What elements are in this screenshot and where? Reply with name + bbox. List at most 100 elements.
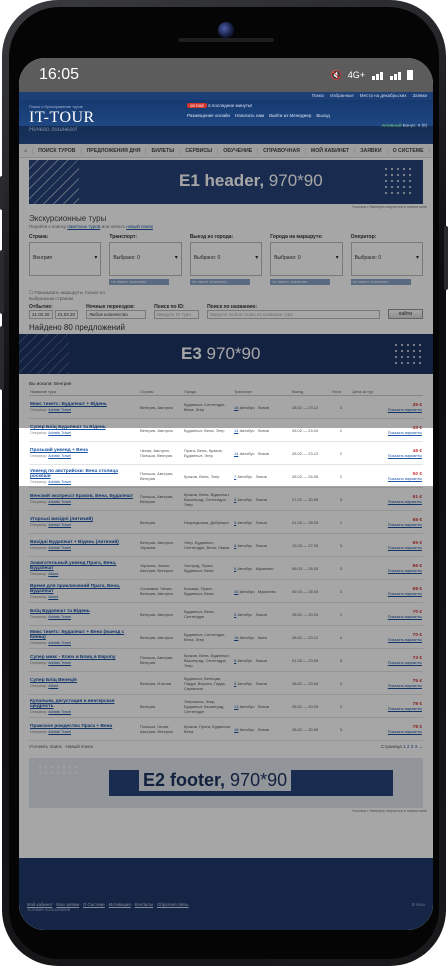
- footer-link[interactable]: Мотивация: [109, 902, 131, 907]
- operator-link[interactable]: Alliard: [48, 595, 58, 599]
- operator-link[interactable]: Adriatic Travel: [48, 480, 71, 484]
- operator-link[interactable]: Adriatic Travel: [48, 500, 71, 504]
- header-link[interactable]: Выйти из Менеджер: [269, 113, 311, 118]
- nav-item[interactable]: СЕРВИСЫ: [180, 147, 219, 154]
- operator-link[interactable]: Adriatic Travel: [48, 710, 71, 714]
- tour-link[interactable]: Время для приключений Прага, Вена, Будап…: [30, 584, 138, 594]
- route-select[interactable]: Выбрано: 0: [270, 242, 343, 276]
- show-options-link[interactable]: Показать варианты: [352, 500, 422, 504]
- country-select[interactable]: Венгрия: [29, 242, 102, 276]
- days-link[interactable]: 5: [234, 612, 236, 617]
- id-input[interactable]: Введите ID тура: [154, 310, 200, 319]
- package-tours-link[interactable]: пакетных туров: [67, 224, 100, 229]
- table-row[interactable]: Супер Бліц Венеція Оператор: Alliard Венгр…: [29, 671, 423, 695]
- footer-link[interactable]: Контакты: [135, 902, 154, 907]
- e2-banner[interactable]: E2 footer, 970*90: [29, 758, 423, 808]
- table-row[interactable]: Купальни, дегустация и венгерская щедрос…: [29, 694, 423, 718]
- tour-link[interactable]: Пражское рождество Прага + Вена: [30, 724, 138, 729]
- tour-link[interactable]: Венский экспресс! Краков, Вена, Будапешт: [30, 494, 138, 499]
- show-options-link[interactable]: Показать варианты: [352, 730, 422, 734]
- operator-link[interactable]: Adriatic Travel: [48, 408, 71, 412]
- show-options-link[interactable]: Показать варианты: [352, 684, 422, 688]
- header-link[interactable]: Выход: [316, 113, 329, 118]
- table-row[interactable]: Микс тикетс: Будапешт + Відень Оператор: …: [29, 395, 423, 419]
- tour-link[interactable]: Угорські вихідні (литичий): [30, 517, 138, 522]
- show-options-link[interactable]: Показать варианты: [352, 707, 422, 711]
- operator-link[interactable]: Alliard: [48, 684, 58, 688]
- table-row[interactable]: Празький уикенд + Вена Оператор: Adriatic…: [29, 441, 423, 465]
- tour-link[interactable]: Микс тикетс: Будапешт + Відень: [30, 402, 138, 407]
- footer-link[interactable]: Обратная связь: [157, 902, 189, 907]
- days-link[interactable]: 5: [234, 658, 236, 663]
- tour-link[interactable]: Вихідні Будапешт + Відень (литичий): [30, 540, 138, 545]
- header-link[interactable]: Написать нам: [235, 113, 264, 118]
- table-row[interactable]: Уикенд по австрийски: Вена столица роско…: [29, 464, 423, 488]
- days-link[interactable]: 5: [234, 497, 236, 502]
- top-link[interactable]: Места на декабрьских: [360, 93, 407, 99]
- refine-link[interactable]: Уточнить поиск: [29, 744, 62, 749]
- operator-link[interactable]: Adriatic Travel: [48, 454, 71, 458]
- show-options-link[interactable]: Показать варианты: [352, 569, 422, 573]
- operator-link[interactable]: Alliard: [48, 572, 58, 576]
- show-options-link[interactable]: Показать варианты: [352, 546, 422, 550]
- table-row[interactable]: Микс тикетс: Будапешт + Вена (выезд с Ки…: [29, 625, 423, 649]
- table-row[interactable]: Угорські вихідні (литичий) Оператор: Adri…: [29, 510, 423, 534]
- nav-item[interactable]: ПОИСК ТУРОВ: [33, 147, 82, 154]
- new-search-bottom-link[interactable]: Новый поиск: [65, 744, 92, 749]
- new-search-link[interactable]: новый поиск: [126, 224, 153, 229]
- route-chip[interactable]: не имеет значения: [270, 279, 331, 285]
- nav-item[interactable]: О СИСТЕМЕ: [388, 147, 430, 154]
- operator-select[interactable]: Выбрано: 0: [350, 242, 424, 276]
- days-link[interactable]: 10: [234, 589, 238, 594]
- operator-link[interactable]: Adriatic Travel: [48, 615, 71, 619]
- nav-item[interactable]: ОБУЧЕНИЕ: [218, 147, 259, 154]
- operator-link[interactable]: Adriatic Travel: [48, 546, 71, 550]
- table-row[interactable]: Супер Бліц Будапешт та Відень Оператор: A…: [29, 418, 423, 442]
- show-options-link[interactable]: Показать варианты: [352, 661, 422, 665]
- top-link[interactable]: Заявки: [412, 93, 427, 99]
- nav-item[interactable]: СПРАВОЧНАЯ: [258, 147, 306, 154]
- days-link[interactable]: 7: [234, 474, 236, 479]
- date-from-input[interactable]: 21.02.20: [29, 310, 53, 319]
- tour-link[interactable]: Бліц Будапешт та Відень: [30, 609, 138, 614]
- footer-note[interactable]: Условия пользования: [27, 907, 425, 912]
- days-link[interactable]: 6: [234, 543, 236, 548]
- table-row[interactable]: Время для приключений Прага, Вена, Будап…: [29, 579, 423, 603]
- show-options-link[interactable]: Показать варианты: [352, 638, 422, 642]
- name-input[interactable]: Введите любое слово из названия тура: [207, 310, 380, 319]
- days-link[interactable]: 6: [234, 566, 236, 571]
- show-options-link[interactable]: Показать варианты: [352, 408, 422, 412]
- tour-link[interactable]: Супер Бліц Венеція: [30, 678, 138, 683]
- table-row[interactable]: Венский экспресс! Краков, Вена, Будапешт…: [29, 487, 423, 511]
- home-icon[interactable]: ⌂: [19, 147, 34, 154]
- tour-link[interactable]: Супер Бліц Будапешт та Відень: [30, 425, 138, 430]
- show-options-link[interactable]: Показать варианты: [352, 431, 422, 435]
- table-row[interactable]: Бліц Будапешт та Відень Оператор: Adriati…: [29, 602, 423, 626]
- date-to-input[interactable]: 21.03.20: [54, 310, 79, 319]
- days-link[interactable]: 16: [234, 405, 238, 410]
- nights-select[interactable]: Любое количество: [86, 310, 147, 319]
- transport-chip[interactable]: не имеет значения: [109, 279, 170, 285]
- operator-link[interactable]: Adriatic Travel: [48, 431, 71, 435]
- header-link[interactable]: Размещение онлайн: [187, 113, 230, 118]
- operator-chip[interactable]: не имеет значения: [350, 279, 411, 285]
- nav-item[interactable]: МОЙ КАБИНЕТ: [306, 147, 356, 154]
- operator-link[interactable]: Adriatic Travel: [48, 661, 71, 665]
- nav-item[interactable]: ЗАЯВКИ: [355, 147, 388, 154]
- show-options-link[interactable]: Показать варианты: [352, 477, 422, 481]
- footer-right[interactable]: В Наш: [412, 902, 425, 907]
- days-link[interactable]: 13: [234, 704, 238, 709]
- top-link[interactable]: Избранные: [330, 93, 354, 99]
- table-row[interactable]: Супер микс - Ключ и Блиц в Европу Операто…: [29, 648, 423, 672]
- top-link[interactable]: Поиск: [312, 93, 324, 99]
- tour-link[interactable]: Уикенд по австрийски: Вена столица роско…: [30, 469, 138, 479]
- only-routes-checkbox[interactable]: ☐ Показывать маршруты только по выбранны…: [19, 289, 119, 302]
- table-row[interactable]: Вихідні Будапешт + Відень (литичий) Опера…: [29, 533, 423, 557]
- days-link[interactable]: 3: [234, 520, 236, 525]
- show-options-link[interactable]: Показать варианты: [352, 523, 422, 527]
- days-link[interactable]: 14: [234, 451, 238, 456]
- show-options-link[interactable]: Показать варианты: [352, 592, 422, 596]
- tour-link[interactable]: Празький уикенд + Вена: [30, 448, 138, 453]
- table-row[interactable]: Зажигательный уикенд Прага, Вена, Будапе…: [29, 556, 423, 580]
- e3-banner[interactable]: E3 970*90: [19, 334, 433, 374]
